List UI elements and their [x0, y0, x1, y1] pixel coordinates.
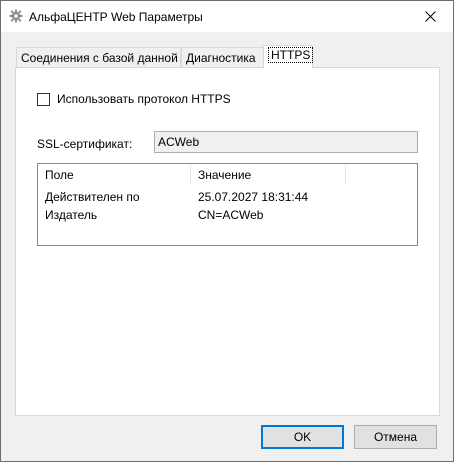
title-bar[interactable]: АльфаЦЕНТР Web Параметры: [1, 1, 453, 32]
cancel-button[interactable]: Отмена: [354, 425, 437, 449]
certificate-details-list[interactable]: Поле Значение Действителен по 25.07.2027…: [37, 163, 418, 246]
certificate-field[interactable]: ACWeb: [154, 131, 418, 153]
column-header-field[interactable]: Поле: [38, 164, 190, 185]
tab-db-connections[interactable]: Соединения с базой данной: [16, 47, 181, 67]
use-https-label: Использовать протокол HTTPS: [57, 92, 231, 106]
https-tab-panel: Использовать протокол HTTPS SSL-сертифик…: [15, 67, 440, 416]
certificate-label: SSL-сертификат:: [37, 137, 133, 151]
tab-label: HTTPS: [268, 47, 314, 63]
close-icon: [424, 11, 436, 22]
row-value: CN=ACWeb: [198, 208, 264, 222]
column-header-value[interactable]: Значение: [191, 164, 345, 185]
certificate-value: ACWeb: [158, 135, 200, 149]
table-row[interactable]: Действителен по 25.07.2027 18:31:44: [38, 188, 417, 206]
settings-dialog: АльфаЦЕНТР Web Параметры Соединения с ба…: [0, 0, 454, 462]
list-header: Поле Значение: [38, 164, 417, 185]
column-separator[interactable]: [345, 165, 346, 185]
checkbox-box[interactable]: [37, 92, 50, 106]
tab-https[interactable]: HTTPS: [263, 45, 314, 68]
use-https-checkbox[interactable]: Использовать протокол HTTPS: [37, 92, 231, 106]
tab-label: Диагностика: [186, 51, 256, 65]
row-field: Действителен по: [45, 190, 140, 204]
tab-label: Соединения с базой данной: [21, 51, 178, 65]
tab-diagnostics[interactable]: Диагностика: [181, 47, 264, 67]
table-row[interactable]: Издатель CN=ACWeb: [38, 206, 417, 224]
ok-button[interactable]: OK: [261, 425, 344, 449]
window-title: АльфаЦЕНТР Web Параметры: [29, 10, 203, 24]
gear-icon: [9, 9, 23, 23]
row-field: Издатель: [45, 208, 98, 222]
row-value: 25.07.2027 18:31:44: [198, 190, 309, 204]
close-button[interactable]: [407, 1, 453, 32]
